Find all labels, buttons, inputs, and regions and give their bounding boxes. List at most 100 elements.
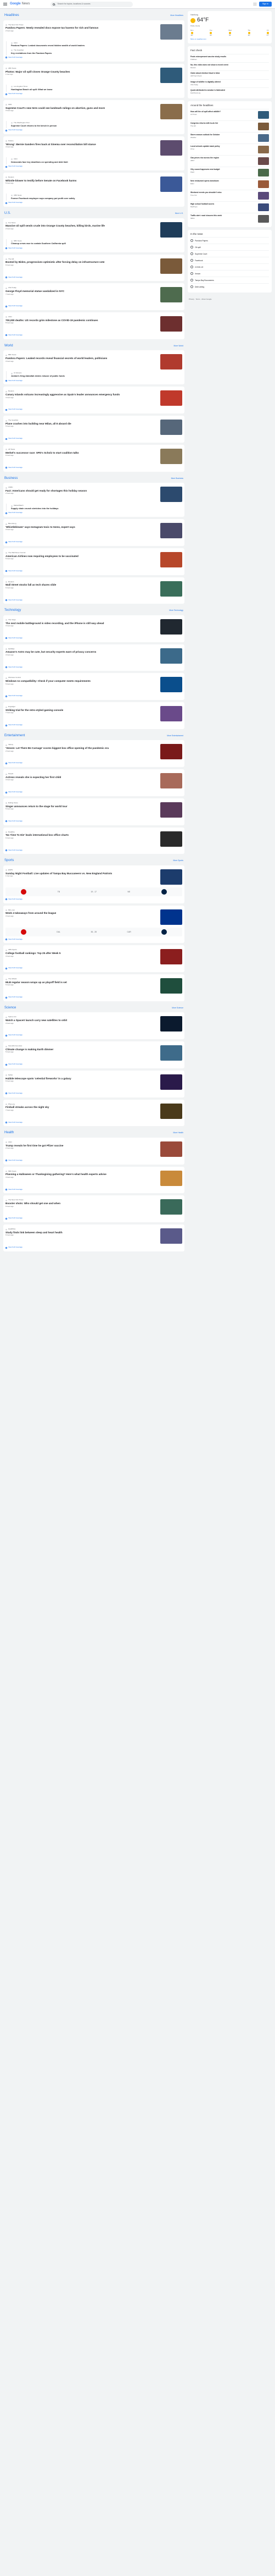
full-coverage-link[interactable]: View Full Coverage: [5, 995, 182, 1000]
fact-item[interactable]: Quote attributed to senator is fabricate…: [190, 87, 269, 96]
story-main[interactable]: Bloomberg 'Whistleblower' says Instagram …: [5, 521, 182, 540]
local-item[interactable]: City council approves new budget Patch: [190, 166, 269, 178]
story-main[interactable]: Healthline Study finds link between sleep…: [5, 1227, 182, 1245]
story-main[interactable]: CBS Sports College football rankings: Top…: [5, 947, 182, 966]
story-main[interactable]: Engadget Striking trial for the retro-sty…: [5, 704, 182, 723]
story-title[interactable]: Hubble telescope spots 'celestial firewo…: [5, 1077, 158, 1080]
story-main[interactable]: The New York Times Pandora Papers: Newly …: [5, 23, 182, 41]
sub-story[interactable]: CNN Pandora Papers: Leaked documents reve…: [6, 41, 182, 48]
full-coverage-link[interactable]: View Full Coverage: [5, 1216, 182, 1221]
story-title[interactable]: 'Venom: Let There Be Carnage' scores big…: [5, 747, 158, 750]
story-main[interactable]: The Verge The next mobile battleground is…: [5, 617, 182, 636]
story-thumbnail[interactable]: [160, 648, 182, 664]
local-item[interactable]: Gas prices rise across the region ABC7: [190, 155, 269, 167]
story-main[interactable]: USA Today George Floyd memorial statue va…: [5, 285, 182, 304]
story-thumbnail[interactable]: [160, 316, 182, 332]
story-title[interactable]: The next mobile battleground is video re…: [5, 622, 158, 625]
story-thumbnail[interactable]: [160, 222, 182, 238]
section-title[interactable]: Headlines: [4, 14, 19, 18]
section-title[interactable]: Sports: [4, 859, 14, 863]
full-coverage-link[interactable]: View Full Coverage: [5, 304, 182, 308]
story-title[interactable]: 'Whistleblower' says Instagram toxic to …: [5, 526, 158, 529]
sub-story[interactable]: CNN Democrats face key deadlines on spend…: [6, 157, 182, 165]
full-coverage-link[interactable]: View Full Coverage: [5, 407, 182, 412]
full-coverage-link[interactable]: View Full Coverage: [5, 1188, 182, 1192]
story-main[interactable]: Reuters Wall Street stocks fall as tech s…: [5, 580, 182, 598]
full-coverage-link[interactable]: View Full Coverage: [5, 128, 182, 133]
story-title[interactable]: Pandora Papers: Newly revealed docs expo…: [5, 26, 158, 30]
apps-icon[interactable]: [254, 2, 256, 5]
story-title[interactable]: Massive oil spill sends crude into Orang…: [5, 224, 158, 228]
local-item[interactable]: Weekend events you shouldn't miss Time Ou…: [190, 189, 269, 201]
story-title[interactable]: Democrats face key deadlines on spending…: [11, 161, 182, 164]
story-thumbnail[interactable]: [160, 909, 182, 925]
full-coverage-link[interactable]: View Full Coverage: [5, 848, 182, 853]
local-item[interactable]: Local schools update mask policy KTLA: [190, 143, 269, 155]
score-box[interactable]: DAL 36 - 28 CAR: [5, 927, 182, 936]
story-title[interactable]: Fact: Americans should get ready for sho…: [5, 489, 158, 493]
item-title[interactable]: Quote attributed to senator is fabricate…: [190, 89, 269, 92]
story-title[interactable]: Sunday Night Football: Live updates of T…: [5, 872, 158, 875]
topic-item[interactable]: Debt ceiling: [190, 283, 269, 290]
item-title[interactable]: Traffic alert: road closures this week: [190, 214, 256, 217]
story-thumbnail[interactable]: [160, 448, 182, 464]
story-title[interactable]: 700,000 deaths: US records grim mileston…: [5, 319, 158, 322]
item-title[interactable]: Storm season outlook for October: [190, 134, 256, 136]
story-title[interactable]: Singer announces return to the stage for…: [5, 805, 158, 808]
topic-item[interactable]: Tampa Bay Buccaneers: [190, 277, 269, 283]
story-thumbnail[interactable]: [160, 1074, 182, 1090]
weather-card[interactable]: Hamburg 64°F Partly cloudy Mon 68° Tue 62° Wed 5…: [188, 11, 272, 44]
story-title[interactable]: Week 4 takeaways from around the league: [5, 912, 158, 915]
full-coverage-link[interactable]: View Full Coverage: [5, 937, 182, 942]
full-coverage-link[interactable]: View Full Coverage: [5, 333, 182, 338]
story-thumbnail[interactable]: [160, 176, 182, 192]
weather-link[interactable]: More on weather.com: [190, 38, 269, 41]
story-thumbnail[interactable]: [160, 487, 182, 503]
section-more-link[interactable]: More World: [174, 345, 183, 347]
section-title[interactable]: Health: [4, 1131, 14, 1135]
full-coverage-link[interactable]: View Full Coverage: [5, 1033, 182, 1038]
section-more-link[interactable]: More Technology: [169, 609, 183, 611]
menu-icon[interactable]: [3, 3, 7, 5]
story-thumbnail[interactable]: [160, 1045, 182, 1061]
topic-item[interactable]: Venom: [190, 270, 269, 277]
local-item[interactable]: High school football scores MaxPreps: [190, 201, 269, 213]
story-thumbnail[interactable]: [160, 140, 182, 156]
sub-story[interactable]: Al Jazeera Jordan's King Abdullah denies …: [6, 371, 182, 379]
section-more-link[interactable]: More Sports: [173, 859, 183, 862]
fact-item[interactable]: Posts misrepresent vaccine study results…: [190, 53, 269, 62]
story-main[interactable]: CNBC Fact: Americans should get ready for…: [5, 485, 182, 504]
story-title[interactable]: George Floyd memorial statue vandalized …: [5, 290, 158, 293]
story-thumbnail[interactable]: [160, 773, 182, 789]
story-main[interactable]: ABC News Photos: Major oil spill closes O…: [5, 66, 182, 85]
story-title[interactable]: Climate change is making Earth dimmer: [5, 1048, 158, 1051]
story-thumbnail[interactable]: [160, 258, 182, 274]
story-thumbnail[interactable]: [160, 1141, 182, 1157]
full-coverage-link[interactable]: View Full Coverage: [5, 201, 182, 205]
item-title[interactable]: Gas prices rise across the region: [190, 157, 256, 159]
item-title[interactable]: City council approves new budget: [190, 168, 256, 171]
item-thumbnail[interactable]: [258, 168, 269, 176]
full-coverage-link[interactable]: View Full Coverage: [5, 246, 182, 251]
story-main[interactable]: Phys.org Fireball streaks across the nigh…: [5, 1102, 182, 1121]
full-coverage-link[interactable]: View Full Coverage: [5, 1121, 182, 1125]
story-title[interactable]: Whistle-blower to testify before Senate …: [5, 179, 158, 183]
section-more-link[interactable]: More U.S.: [175, 212, 183, 214]
story-main[interactable]: 9to5Mac Amazon's Astro may be cute, but s…: [5, 647, 182, 665]
story-title[interactable]: Wall Street stocks fall as tech shares s…: [5, 583, 158, 587]
item-thumbnail[interactable]: [258, 157, 269, 165]
sub-story[interactable]: CBS News Former Facebook employee says co…: [6, 193, 182, 201]
story-title[interactable]: Key revelations from the Pandora Papers: [11, 52, 182, 55]
story-thumbnail[interactable]: [160, 744, 182, 760]
story-thumbnail[interactable]: [160, 1199, 182, 1215]
story-main[interactable]: ESPN Sunday Night Football: Live updates …: [5, 868, 182, 886]
item-title[interactable]: Image of wildfire is digitally altered: [190, 81, 269, 84]
topic-item[interactable]: COVID-19: [190, 263, 269, 270]
story-thumbnail[interactable]: [160, 420, 182, 435]
story-thumbnail[interactable]: [160, 869, 182, 885]
story-title[interactable]: American Airlines now requiring employee…: [5, 555, 158, 558]
story-title[interactable]: Pandora Papers: Leaked records reveal fi…: [5, 357, 158, 360]
story-title[interactable]: Booster shots: Who should get one and wh…: [5, 1202, 158, 1205]
story-main[interactable]: NPR Supreme Court's new term could see la…: [5, 102, 182, 121]
story-thumbnail[interactable]: [160, 949, 182, 965]
